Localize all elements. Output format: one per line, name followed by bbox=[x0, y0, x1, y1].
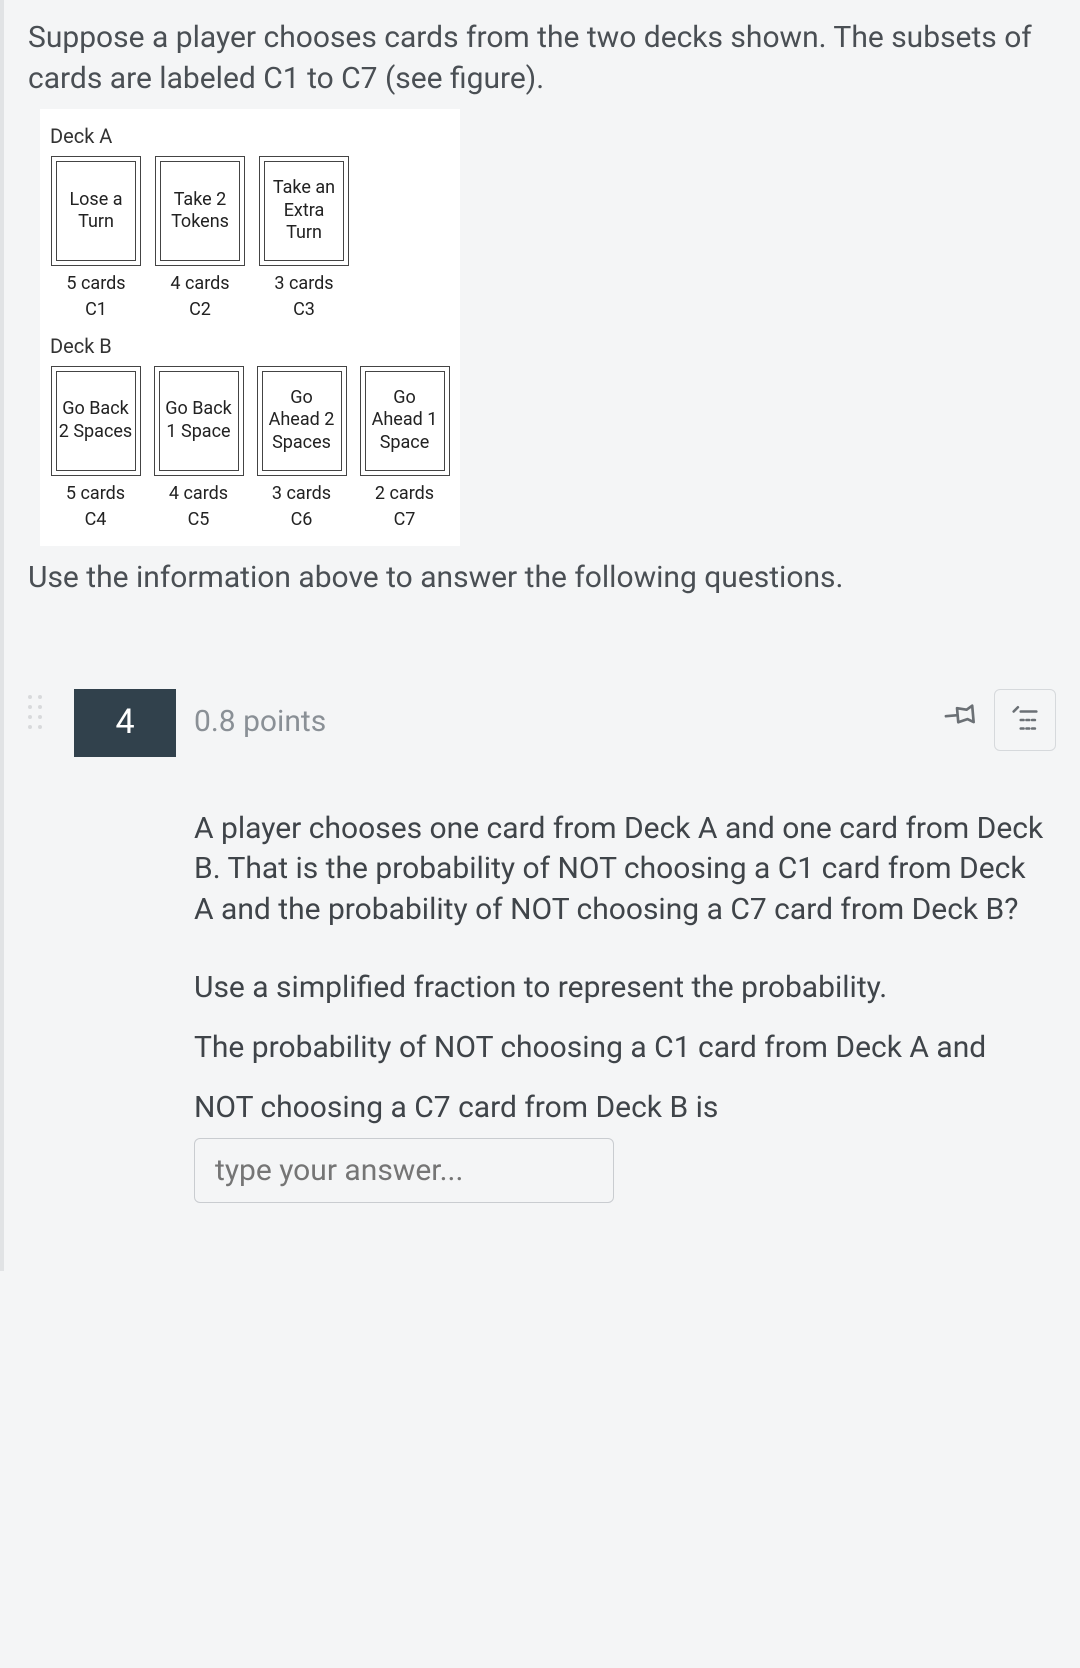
question-points: 0.8 points bbox=[194, 702, 326, 743]
card-slot: Go Ahead 2 Spaces 3 cards C6 bbox=[254, 366, 349, 533]
context-intro: Suppose a player chooses cards from the … bbox=[28, 18, 1056, 99]
card-count: 5 cards bbox=[66, 272, 125, 296]
decks-figure: Deck A Lose a Turn 5 cards C1 Take 2 Tok… bbox=[40, 109, 460, 546]
card-text: Go Back 2 Spaces bbox=[56, 371, 136, 471]
deck-a-label: Deck A bbox=[50, 123, 450, 150]
question-body: A player chooses one card from Deck A an… bbox=[194, 809, 1046, 1204]
card-slot: Go Back 1 Space 4 cards C5 bbox=[151, 366, 246, 533]
card-slot: Take 2 Tokens 4 cards C2 bbox=[152, 156, 248, 323]
question-instruction: Use a simplified fraction to represent t… bbox=[194, 970, 887, 1005]
card-slot: Go Back 2 Spaces 5 cards C4 bbox=[48, 366, 143, 533]
card-code: C7 bbox=[394, 508, 416, 532]
card-slot: Go Ahead 1 Space 2 cards C7 bbox=[357, 366, 452, 533]
card: Go Ahead 2 Spaces bbox=[257, 366, 347, 476]
card-count: 3 cards bbox=[272, 482, 331, 506]
card-text: Go Back 1 Space bbox=[159, 371, 239, 471]
card-code: C6 bbox=[291, 508, 313, 532]
card-count: 4 cards bbox=[170, 272, 229, 296]
card-text: Take 2 Tokens bbox=[160, 161, 240, 261]
card-text: Lose a Turn bbox=[56, 161, 136, 261]
card-code: C4 bbox=[85, 508, 107, 532]
card-code: C1 bbox=[85, 298, 107, 322]
card-slot: Lose a Turn 5 cards C1 bbox=[48, 156, 144, 323]
answer-input[interactable] bbox=[194, 1138, 614, 1203]
card: Lose a Turn bbox=[51, 156, 141, 266]
card: Take 2 Tokens bbox=[155, 156, 245, 266]
card-code: C3 bbox=[293, 298, 315, 322]
deck-b-label: Deck B bbox=[50, 333, 450, 360]
deck-a-row: Lose a Turn 5 cards C1 Take 2 Tokens 4 c… bbox=[48, 156, 452, 323]
card: Go Back 1 Space bbox=[154, 366, 244, 476]
card-slot: Take an Extra Turn 3 cards C3 bbox=[256, 156, 352, 323]
card-code: C5 bbox=[188, 508, 210, 532]
card-count: 2 cards bbox=[375, 482, 434, 506]
deck-b-row: Go Back 2 Spaces 5 cards C4 Go Back 1 Sp… bbox=[48, 366, 452, 533]
card-text: Go Ahead 1 Space bbox=[365, 371, 445, 471]
context-followup: Use the information above to answer the … bbox=[28, 558, 1056, 599]
pin-icon[interactable] bbox=[940, 695, 980, 745]
card-text: Take an Extra Turn bbox=[264, 161, 344, 261]
drag-handle-icon[interactable] bbox=[28, 695, 46, 729]
card: Go Ahead 1 Space bbox=[360, 366, 450, 476]
card: Go Back 2 Spaces bbox=[51, 366, 141, 476]
question-header: 4 0.8 points bbox=[28, 689, 1056, 757]
card-count: 4 cards bbox=[169, 482, 228, 506]
card: Take an Extra Turn bbox=[259, 156, 349, 266]
card-count: 3 cards bbox=[274, 272, 333, 296]
question-prompt: A player chooses one card from Deck A an… bbox=[194, 809, 1046, 931]
card-code: C2 bbox=[189, 298, 211, 322]
grading-policy-button[interactable] bbox=[994, 689, 1056, 751]
card-count: 5 cards bbox=[66, 482, 125, 506]
card-text: Go Ahead 2 Spaces bbox=[262, 371, 342, 471]
question-number-badge: 4 bbox=[74, 689, 176, 757]
answer-lead-text: The probability of NOT choosing a C1 car… bbox=[194, 1030, 986, 1125]
